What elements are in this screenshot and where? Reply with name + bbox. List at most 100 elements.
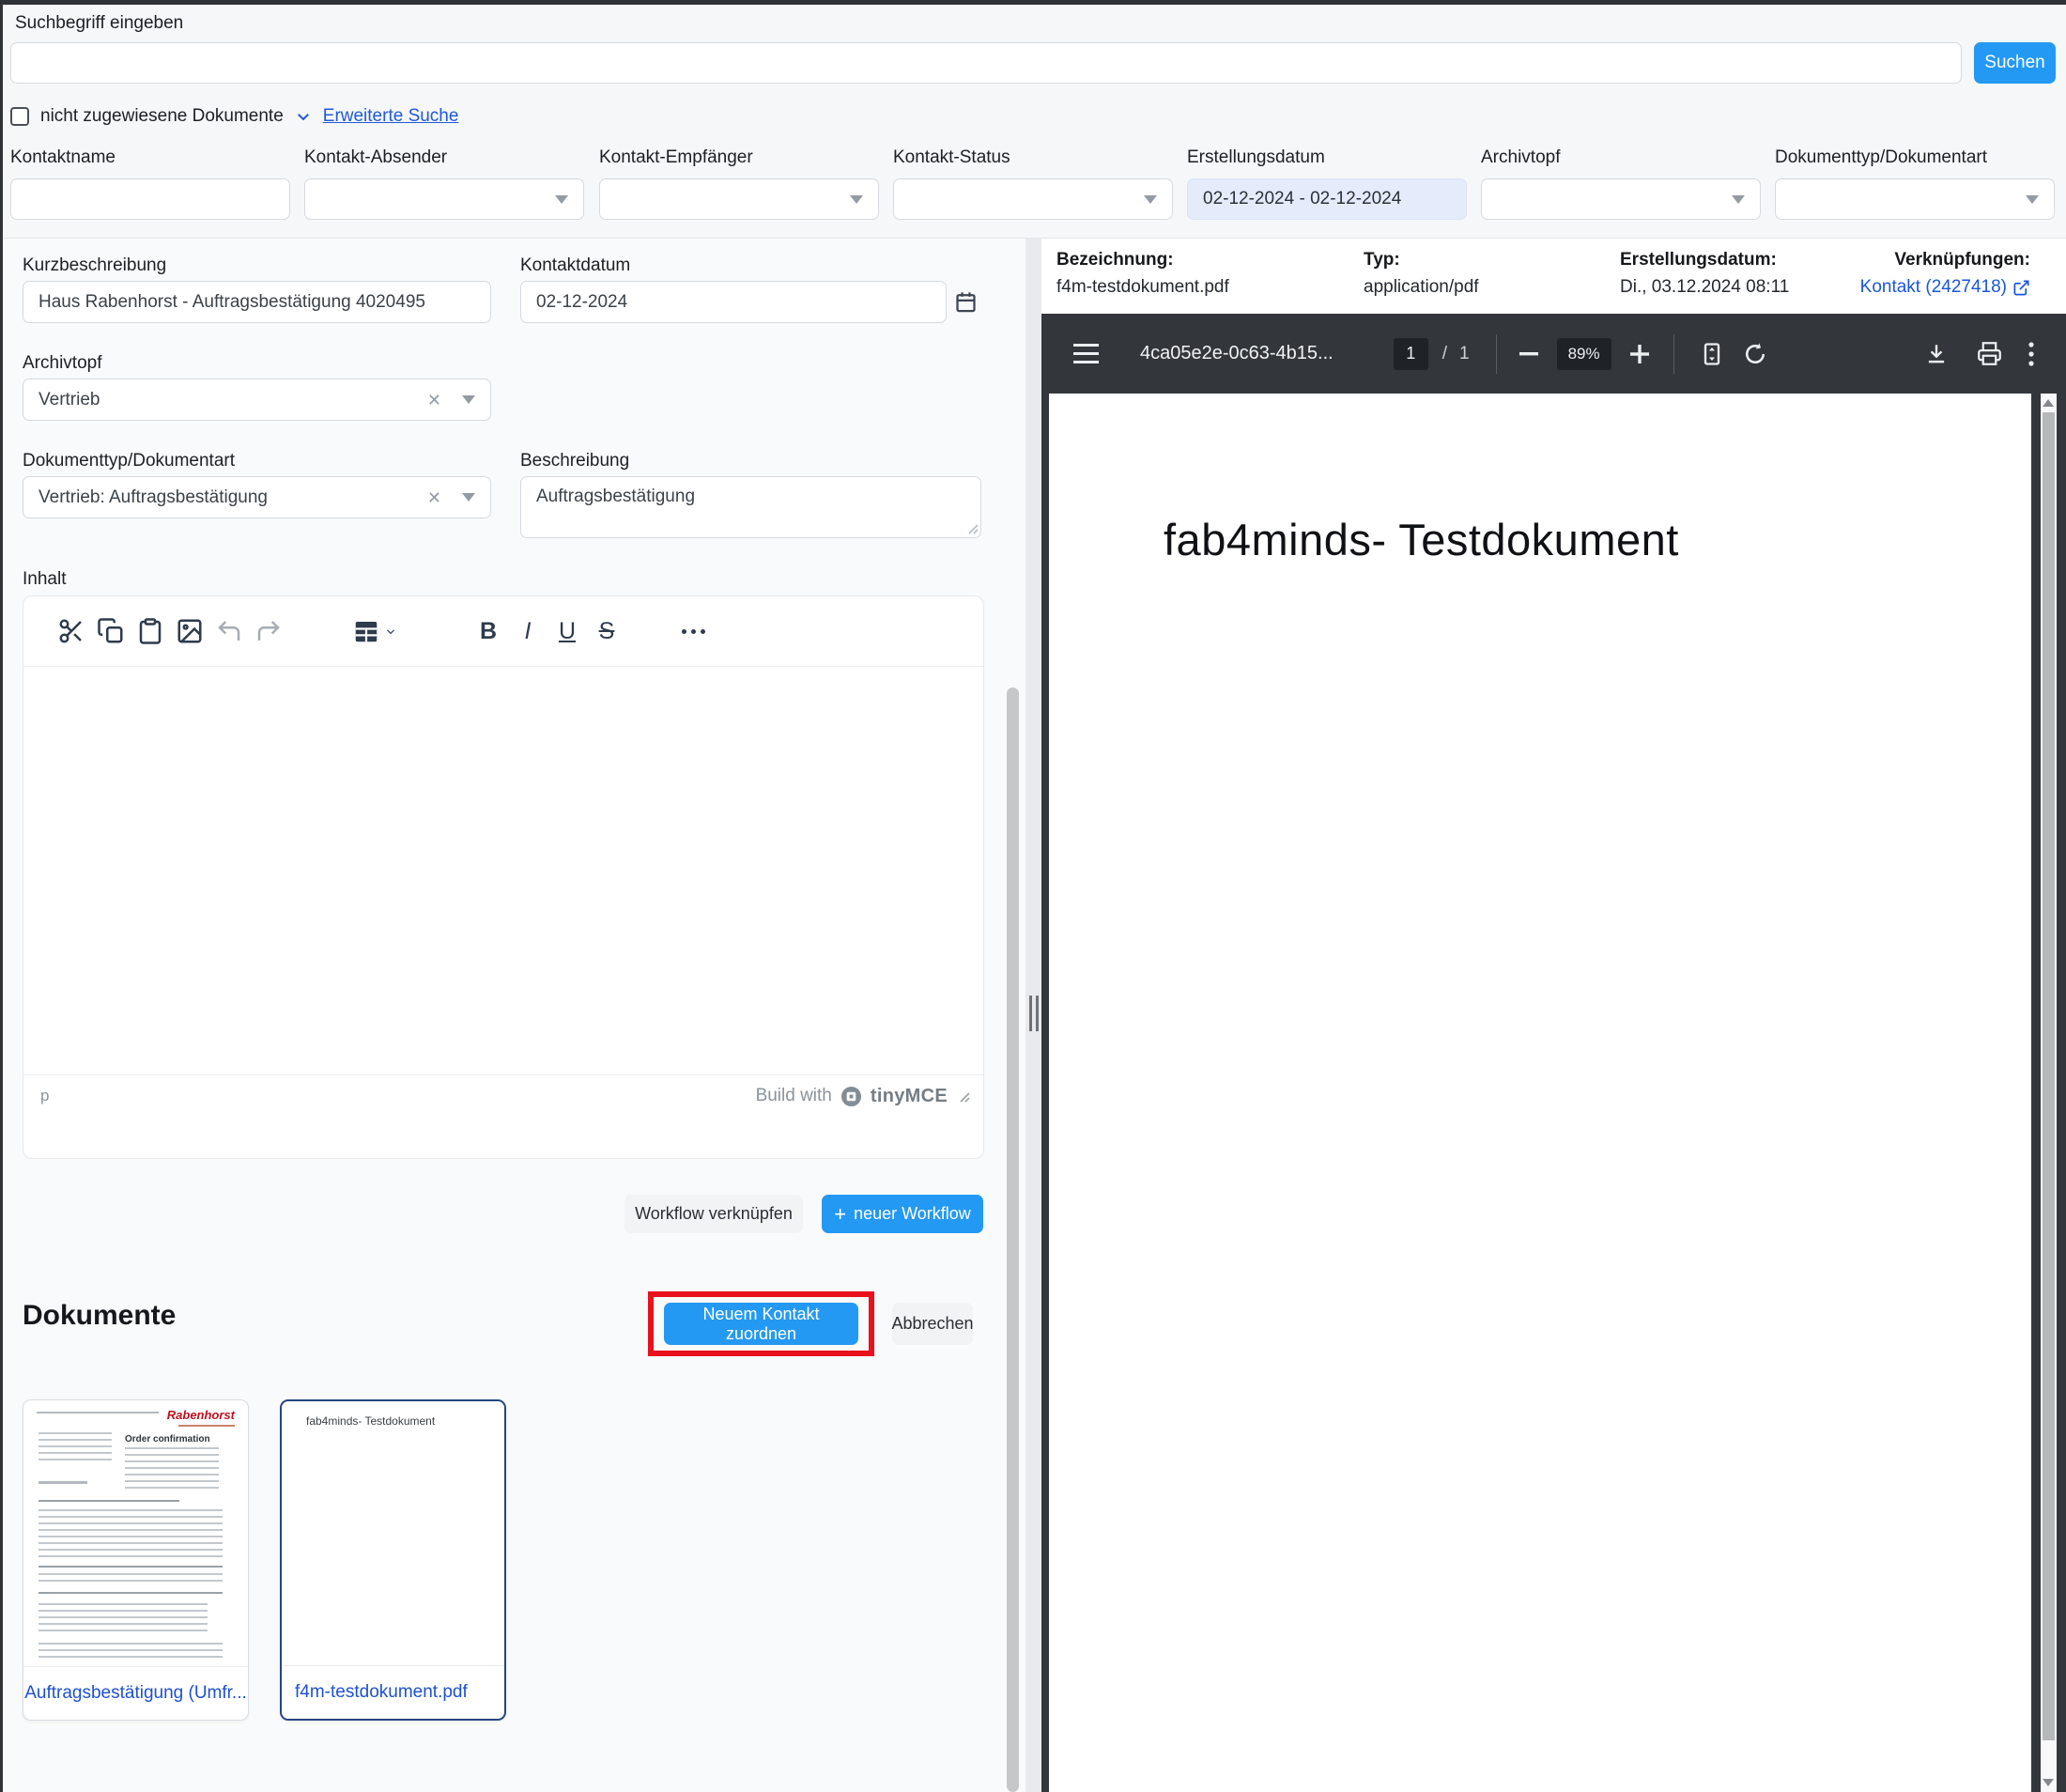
- new-workflow-button[interactable]: + neuer Workflow: [822, 1195, 983, 1233]
- pdf-page: fab4minds- Testdokument: [1049, 394, 2031, 1792]
- filter-kontakt-empfaenger-select[interactable]: [599, 178, 879, 220]
- menu-button[interactable]: [1073, 344, 1099, 363]
- tinymce-branding[interactable]: Build with tinyMCE: [756, 1086, 970, 1107]
- dokumenttyp-label: Dokumenttyp/Dokumentart: [23, 451, 235, 471]
- dropdown-arrow-icon: [2026, 195, 2039, 204]
- document-card-auftragsbestaetigung[interactable]: Rabenhorst Order confirmation Auftragsbe…: [23, 1399, 249, 1721]
- archivtopf-select[interactable]: Vertrieb ✕: [23, 378, 491, 421]
- collapse-chevron-icon[interactable]: [295, 108, 312, 125]
- rich-text-editor: B I U S p Build with: [23, 595, 984, 1159]
- dropdown-arrow-icon[interactable]: [462, 493, 475, 502]
- dropdown-arrow-icon: [1732, 195, 1745, 204]
- cut-button[interactable]: [52, 610, 91, 653]
- filter-archivtopf-select[interactable]: [1481, 178, 1761, 220]
- filter-erstellungsdatum-input[interactable]: 02-12-2024 - 02-12-2024: [1187, 178, 1467, 220]
- meta-erstellungsdatum: Erstellungsdatum: Di., 03.12.2024 08:11: [1620, 250, 1789, 298]
- document-card-f4m-testdokument[interactable]: fab4minds- Testdokument f4m-testdokument…: [280, 1399, 506, 1721]
- pdf-scrollbar[interactable]: [2041, 394, 2057, 1792]
- filter-dokumenttyp-select[interactable]: [1775, 178, 2055, 220]
- inhalt-label: Inhalt: [23, 569, 66, 590]
- pdf-scrollbar-thumb[interactable]: [2043, 412, 2055, 1740]
- clear-icon[interactable]: ✕: [427, 392, 441, 409]
- filter-archivtopf-label: Archivtopf: [1481, 147, 1560, 168]
- document-card-caption[interactable]: f4m-testdokument.pdf: [282, 1665, 504, 1719]
- pdf-right-edge: [2057, 394, 2066, 1792]
- editor-content-area[interactable]: [23, 667, 983, 1074]
- paste-button[interactable]: [131, 610, 170, 653]
- kurzbeschreibung-label: Kurzbeschreibung: [23, 255, 166, 276]
- more-options-button[interactable]: [2028, 342, 2034, 366]
- search-input[interactable]: [10, 42, 1962, 84]
- pdf-toolbar: 4ca05e2e-0c63-4b15... 1 / 1 89%: [1041, 314, 2066, 394]
- pdf-content-area: fab4minds- Testdokument: [1041, 394, 2066, 1792]
- resize-grip-icon[interactable]: [966, 522, 979, 534]
- calendar-icon[interactable]: [953, 289, 979, 315]
- beschreibung-textarea[interactable]: Auftragsbestätigung: [520, 476, 981, 538]
- download-icon: [1924, 342, 1949, 366]
- filter-kontakt-absender-select[interactable]: [304, 178, 584, 220]
- filter-erstellungsdatum-value: 02-12-2024 - 02-12-2024: [1203, 189, 1401, 209]
- table-icon: [352, 617, 380, 645]
- element-path[interactable]: p: [40, 1087, 49, 1105]
- page-number-input[interactable]: 1: [1394, 338, 1428, 370]
- zoom-in-button[interactable]: [1630, 345, 1649, 363]
- filter-kontaktname-input[interactable]: [10, 178, 290, 220]
- unassigned-documents-checkbox[interactable]: [10, 107, 29, 126]
- filter-kontakt-status-select[interactable]: [893, 178, 1173, 220]
- editor-resize-grip-icon[interactable]: [958, 1090, 970, 1103]
- pdf-page-text: fab4minds- Testdokument: [1164, 514, 1679, 565]
- advanced-search-link[interactable]: Erweiterte Suche: [323, 106, 459, 127]
- document-card-caption[interactable]: Auftragsbestätigung (Umfr...: [23, 1666, 248, 1720]
- hamburger-icon: [1073, 344, 1099, 363]
- document-preview: Rabenhorst Order confirmation: [23, 1400, 248, 1666]
- scroll-down-icon[interactable]: [2043, 1779, 2054, 1786]
- insert-image-button[interactable]: [170, 610, 209, 653]
- chevron-down-icon: [384, 625, 397, 638]
- clear-icon[interactable]: ✕: [427, 489, 441, 506]
- fit-page-icon: [1699, 341, 1725, 367]
- kurzbeschreibung-input[interactable]: [23, 281, 491, 323]
- clipboard-icon: [136, 617, 164, 645]
- meta-verknuepfungen: Verknüpfungen: Kontakt (2427418): [1860, 250, 2030, 298]
- zoom-level: 89%: [1557, 338, 1611, 370]
- redo-icon: [254, 617, 283, 645]
- window-left-edge: [0, 0, 3, 1792]
- zoom-out-button[interactable]: [1519, 352, 1538, 356]
- undo-button[interactable]: [209, 610, 249, 653]
- print-button[interactable]: [1977, 341, 2002, 366]
- redo-button[interactable]: [249, 610, 288, 653]
- filter-kontakt-empfaenger-label: Kontakt-Empfänger: [599, 147, 753, 168]
- download-button[interactable]: [1924, 342, 1949, 366]
- unassigned-documents-row: nicht zugewiesene Dokumente Erweiterte S…: [10, 106, 458, 127]
- dropdown-arrow-icon[interactable]: [462, 395, 475, 404]
- strikethrough-button[interactable]: S: [587, 610, 626, 653]
- filter-kontakt-status-label: Kontakt-Status: [893, 147, 1010, 168]
- rotate-button[interactable]: [1742, 341, 1768, 367]
- search-button[interactable]: Suchen: [1974, 42, 2056, 84]
- dokumenttyp-select[interactable]: Vertrieb: Auftragsbestätigung ✕: [23, 476, 491, 518]
- pdf-page-margin: [2031, 394, 2041, 1792]
- bold-button[interactable]: B: [469, 610, 508, 653]
- panel-splitter[interactable]: [1025, 239, 1041, 1792]
- italic-button[interactable]: I: [508, 610, 547, 653]
- tinymce-logo-icon: [840, 1086, 862, 1107]
- cancel-button[interactable]: Abbrechen: [892, 1303, 973, 1345]
- editor-statusbar: p Build with tinyMCE: [23, 1074, 983, 1117]
- link-workflow-button[interactable]: Workflow verknüpfen: [624, 1195, 803, 1233]
- document-preview: fab4minds- Testdokument: [282, 1401, 504, 1665]
- more-toolbar-button[interactable]: [673, 610, 713, 653]
- meta-typ: Typ: application/pdf: [1364, 250, 1479, 298]
- kontaktdatum-input[interactable]: [520, 281, 947, 323]
- fit-page-button[interactable]: [1699, 341, 1725, 367]
- archivtopf-value: Vertrieb: [39, 390, 100, 410]
- assign-new-contact-button[interactable]: Neuem Kontakt zuordnen: [664, 1303, 858, 1345]
- scroll-up-icon[interactable]: [2043, 399, 2054, 407]
- kontakt-link[interactable]: Kontakt (2427418): [1860, 277, 2030, 298]
- pdf-document-title: 4ca05e2e-0c63-4b15...: [1140, 343, 1334, 364]
- copy-button[interactable]: [91, 610, 131, 653]
- external-link-icon: [2012, 279, 2030, 297]
- table-button[interactable]: [347, 610, 403, 653]
- image-icon: [176, 617, 204, 645]
- underline-button[interactable]: U: [547, 610, 587, 653]
- left-panel-scrollbar-thumb[interactable]: [1007, 687, 1019, 1792]
